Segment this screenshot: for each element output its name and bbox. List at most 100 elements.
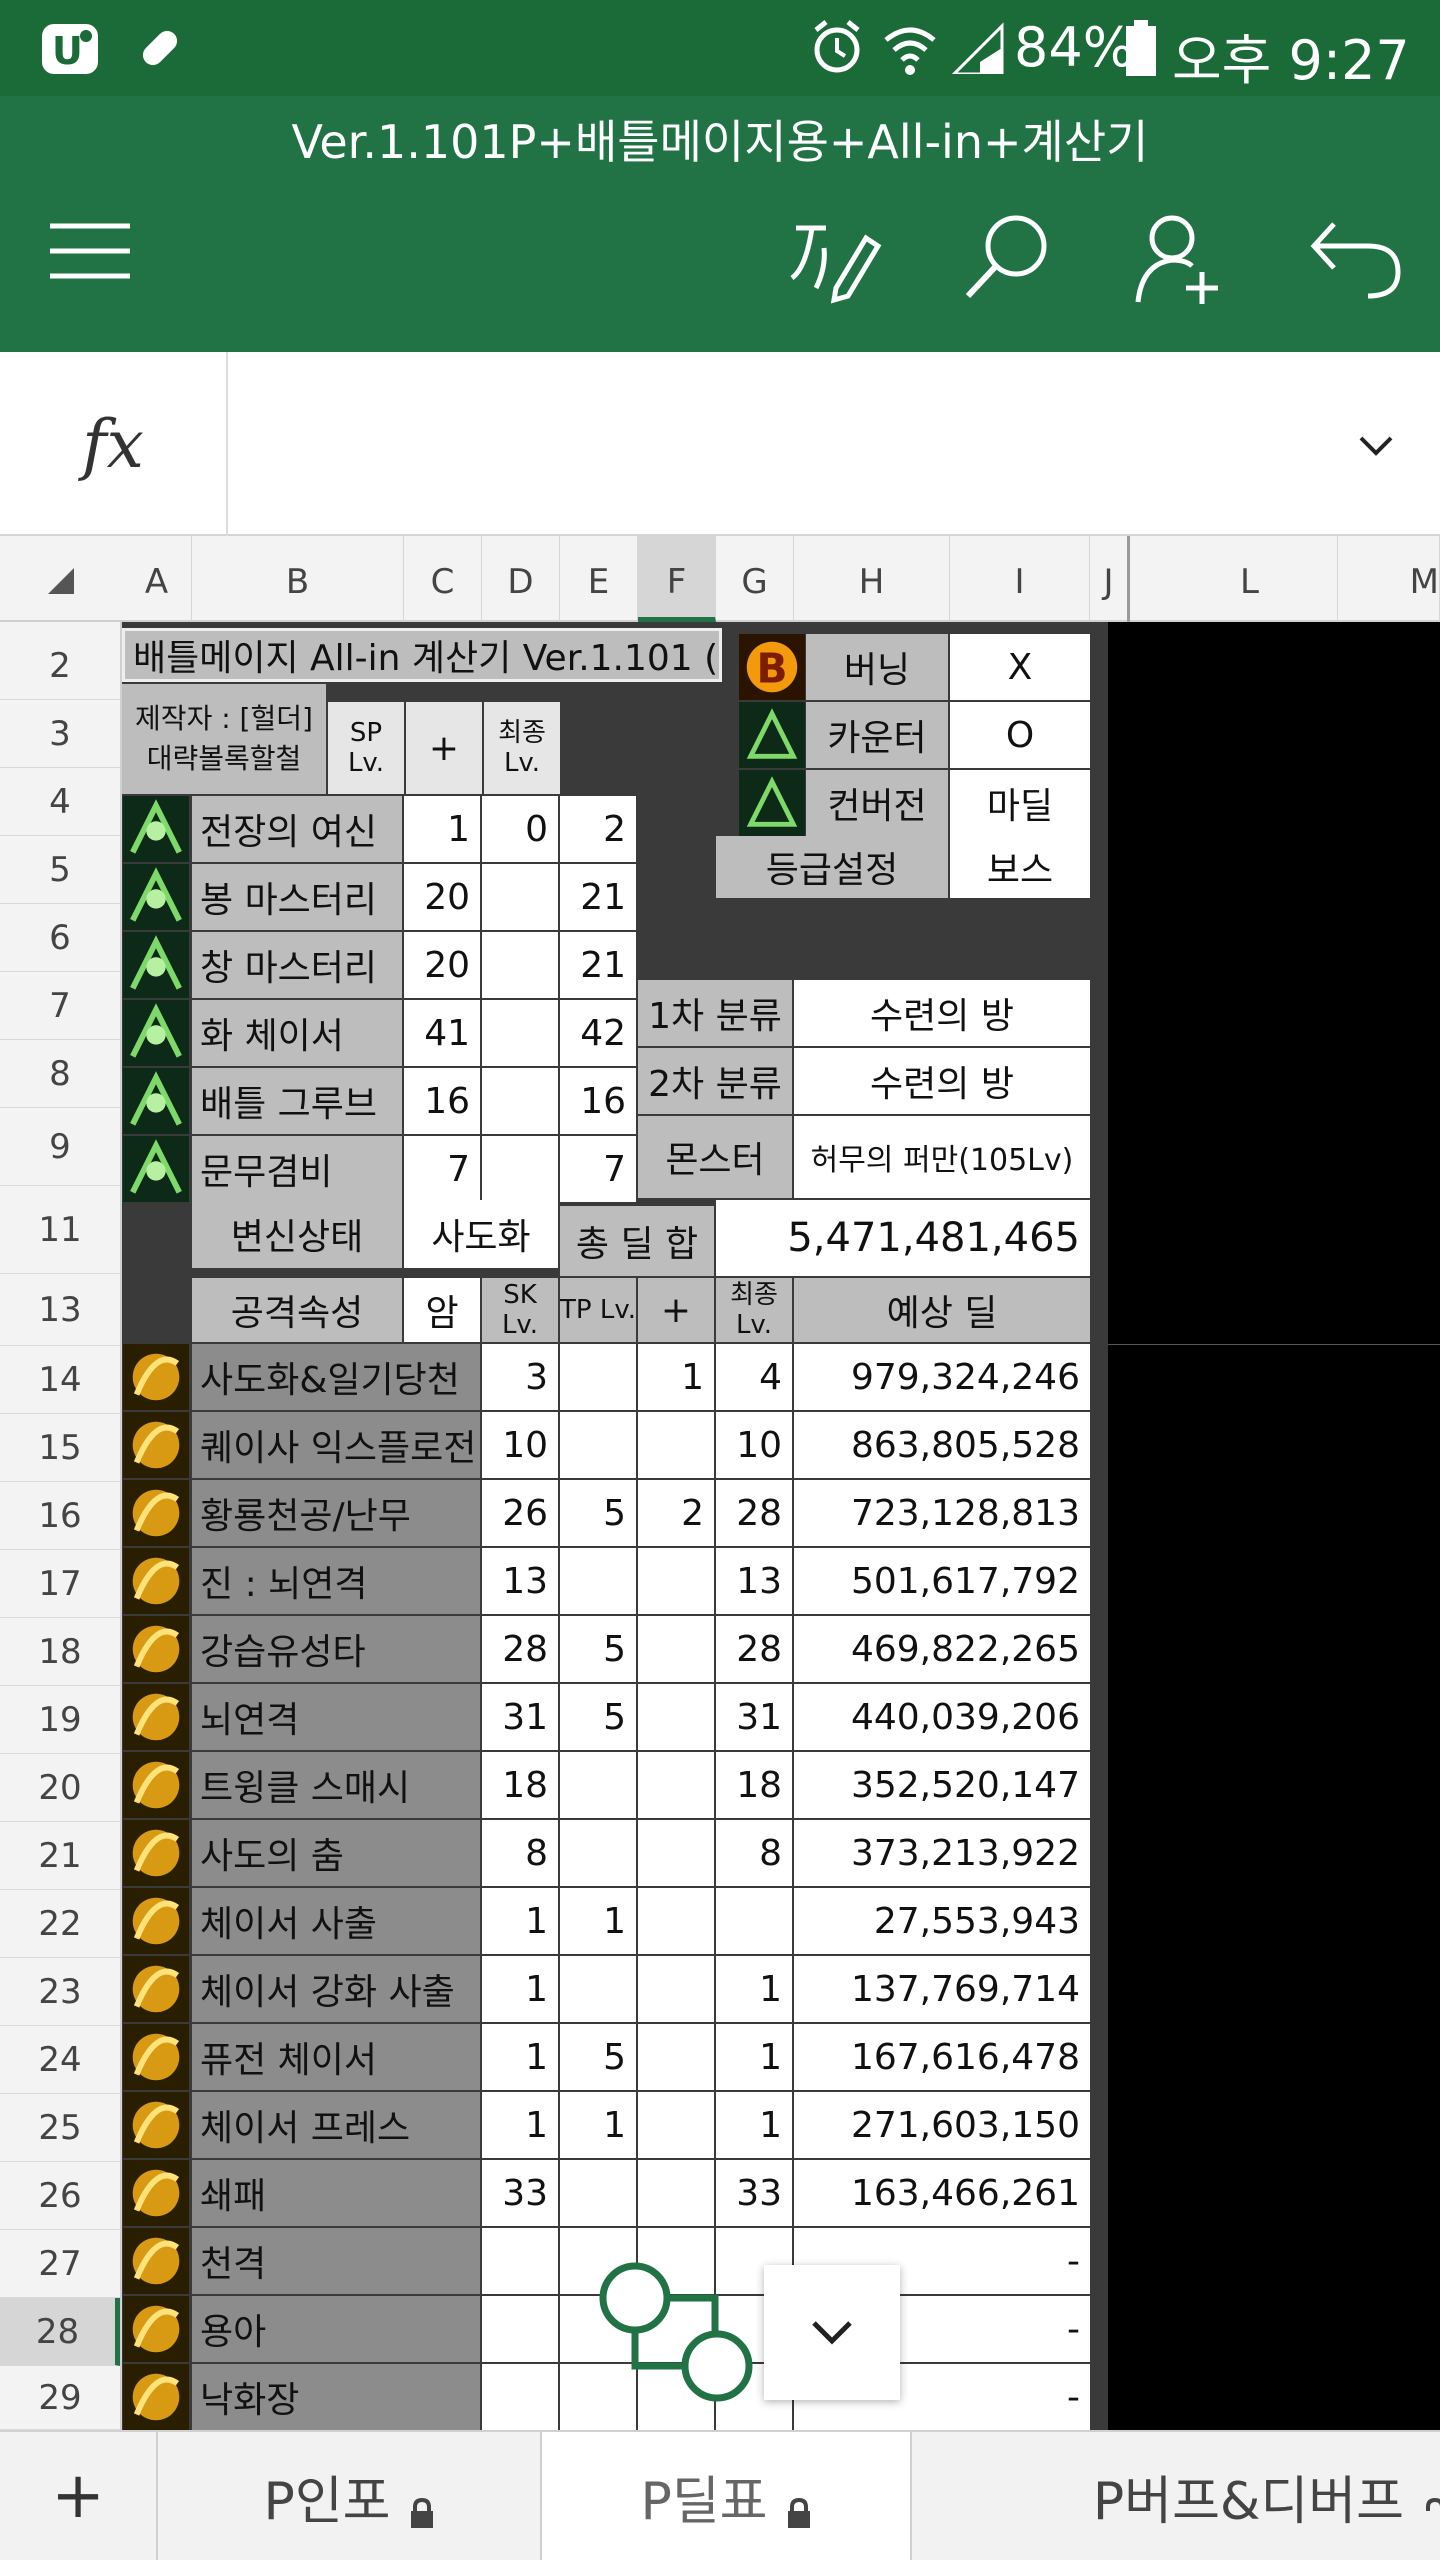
header-sp-lv[interactable]: SP Lv. xyxy=(328,702,406,796)
row-header[interactable]: 23 xyxy=(0,1958,120,2026)
skill-plus[interactable]: 1 xyxy=(638,1344,716,1412)
connect-shapes-icon[interactable] xyxy=(595,2258,770,2418)
row-header[interactable]: 14 xyxy=(0,1346,120,1414)
skill-name[interactable]: 쇄패 xyxy=(192,2160,482,2228)
skill-final-lv[interactable]: 10 xyxy=(716,1412,794,1480)
column-header[interactable]: G xyxy=(716,536,794,622)
skill-plus[interactable] xyxy=(638,2160,716,2228)
row-header[interactable]: 29 xyxy=(0,2366,120,2430)
skill-name[interactable]: 체이서 사출 xyxy=(192,1888,482,1956)
skill-sk-lv[interactable]: 1 xyxy=(482,2092,560,2160)
skill-name[interactable]: 체이서 강화 사출 xyxy=(192,1956,482,2024)
select-all-corner[interactable] xyxy=(48,568,74,594)
skill-sk-lv[interactable]: 3 xyxy=(482,1344,560,1412)
column-header[interactable]: E xyxy=(560,536,638,622)
column-header[interactable]: A xyxy=(122,536,192,622)
skill-plus[interactable] xyxy=(638,1616,716,1684)
passive-skill-name[interactable]: 배틀 그루브 xyxy=(192,1068,404,1136)
skill-tp-lv[interactable]: 5 xyxy=(560,2024,638,2092)
passive-plus[interactable] xyxy=(482,932,560,1000)
passive-plus[interactable] xyxy=(482,864,560,932)
skill-sk-lv[interactable]: 8 xyxy=(482,1820,560,1888)
skill-name[interactable]: 체이서 프레스 xyxy=(192,2092,482,2160)
add-sheet-button[interactable]: + xyxy=(0,2432,158,2560)
option-label[interactable]: 버닝 xyxy=(806,634,950,702)
grade-label[interactable]: 등급설정 xyxy=(716,836,950,900)
category1-value[interactable]: 수련의 방 xyxy=(794,980,1092,1048)
category2-value[interactable]: 수련의 방 xyxy=(794,1048,1092,1116)
skill-tp-lv[interactable] xyxy=(560,1548,638,1616)
tab-p-info[interactable]: P인포 xyxy=(158,2432,542,2560)
passive-sp-lv[interactable]: 7 xyxy=(404,1136,482,1204)
skill-final-lv[interactable]: 4 xyxy=(716,1344,794,1412)
row-header[interactable]: 27 xyxy=(0,2230,120,2298)
row-header[interactable]: 24 xyxy=(0,2026,120,2094)
skill-sk-lv[interactable]: 18 xyxy=(482,1752,560,1820)
skill-sk-lv[interactable]: 1 xyxy=(482,1888,560,1956)
skill-sk-lv[interactable]: 28 xyxy=(482,1616,560,1684)
skill-expected-damage[interactable]: 167,616,478 xyxy=(794,2024,1092,2092)
row-header[interactable]: 2 xyxy=(0,632,120,700)
skill-plus[interactable] xyxy=(638,1956,716,2024)
column-header[interactable]: L xyxy=(1162,536,1338,622)
row-header[interactable]: 9 xyxy=(0,1108,120,1186)
passive-plus[interactable]: 0 xyxy=(482,796,560,864)
skill-plus[interactable] xyxy=(638,1888,716,1956)
passive-sp-lv[interactable]: 20 xyxy=(404,932,482,1000)
column-header[interactable]: H xyxy=(794,536,950,622)
option-label[interactable]: 컨버전 xyxy=(806,770,950,838)
row-header[interactable]: 3 xyxy=(0,700,120,768)
header-tp-lv[interactable]: TP Lv. xyxy=(560,1278,638,1344)
skill-final-lv[interactable]: 1 xyxy=(716,2024,794,2092)
skill-sk-lv[interactable]: 26 xyxy=(482,1480,560,1548)
menu-icon[interactable] xyxy=(42,216,142,286)
tab-p-damage-active[interactable]: P딜표 xyxy=(542,2432,912,2560)
monster-label[interactable]: 몬스터 xyxy=(638,1116,794,1200)
skill-sk-lv[interactable]: 1 xyxy=(482,2024,560,2092)
row-header[interactable]: 13 xyxy=(0,1274,120,1346)
header-plus[interactable]: + xyxy=(406,702,484,796)
skill-name[interactable]: 퓨전 체이서 xyxy=(192,2024,482,2092)
skill-sk-lv[interactable]: 1 xyxy=(482,1956,560,2024)
skill-name[interactable]: 낙화장 xyxy=(192,2364,482,2430)
skill-sk-lv[interactable] xyxy=(482,2228,560,2296)
skill-sk-lv[interactable]: 33 xyxy=(482,2160,560,2228)
transform-value[interactable]: 사도화 xyxy=(404,1200,560,1270)
skill-sk-lv[interactable]: 13 xyxy=(482,1548,560,1616)
skill-name[interactable]: 강습유성타 xyxy=(192,1616,482,1684)
passive-sp-lv[interactable]: 41 xyxy=(404,1000,482,1068)
row-header[interactable]: 17 xyxy=(0,1550,120,1618)
row-header[interactable]: 7 xyxy=(0,972,120,1040)
skill-final-lv[interactable]: 1 xyxy=(716,1956,794,2024)
skill-final-lv[interactable]: 33 xyxy=(716,2160,794,2228)
skill-expected-damage[interactable]: 271,603,150 xyxy=(794,2092,1092,2160)
passive-sp-lv[interactable]: 16 xyxy=(404,1068,482,1136)
option-label[interactable]: 카운터 xyxy=(806,702,950,770)
passive-plus[interactable] xyxy=(482,1136,560,1204)
option-value[interactable]: 마딜 xyxy=(950,770,1092,838)
tab-p-buff-debuff[interactable]: P버프&디버프 xyxy=(912,2432,1440,2560)
skill-plus[interactable] xyxy=(638,2092,716,2160)
skill-final-lv[interactable]: 28 xyxy=(716,1616,794,1684)
skill-expected-damage[interactable]: 352,520,147 xyxy=(794,1752,1092,1820)
skill-sk-lv[interactable] xyxy=(482,2296,560,2364)
option-value[interactable]: O xyxy=(950,702,1092,770)
skill-final-lv[interactable]: 1 xyxy=(716,2092,794,2160)
category1-label[interactable]: 1차 분류 xyxy=(638,980,794,1048)
header-plus2[interactable]: + xyxy=(638,1278,716,1344)
skill-final-lv[interactable]: 31 xyxy=(716,1684,794,1752)
row-header[interactable]: 28 xyxy=(0,2298,120,2366)
skill-name[interactable]: 퀘이사 익스플로전 xyxy=(192,1412,482,1480)
skill-expected-damage[interactable]: 979,324,246 xyxy=(794,1344,1092,1412)
column-header-selected[interactable]: F xyxy=(638,536,716,622)
skill-name[interactable]: 진 : 뇌연격 xyxy=(192,1548,482,1616)
passive-final-lv[interactable]: 42 xyxy=(560,1000,638,1068)
skill-plus[interactable] xyxy=(638,1752,716,1820)
skill-name[interactable]: 용아 xyxy=(192,2296,482,2364)
share-person-icon[interactable] xyxy=(1132,208,1228,308)
skill-plus[interactable] xyxy=(638,2024,716,2092)
skill-plus[interactable] xyxy=(638,1684,716,1752)
skill-tp-lv[interactable] xyxy=(560,1752,638,1820)
skill-plus[interactable] xyxy=(638,1548,716,1616)
chevron-down-icon[interactable] xyxy=(1358,434,1394,458)
